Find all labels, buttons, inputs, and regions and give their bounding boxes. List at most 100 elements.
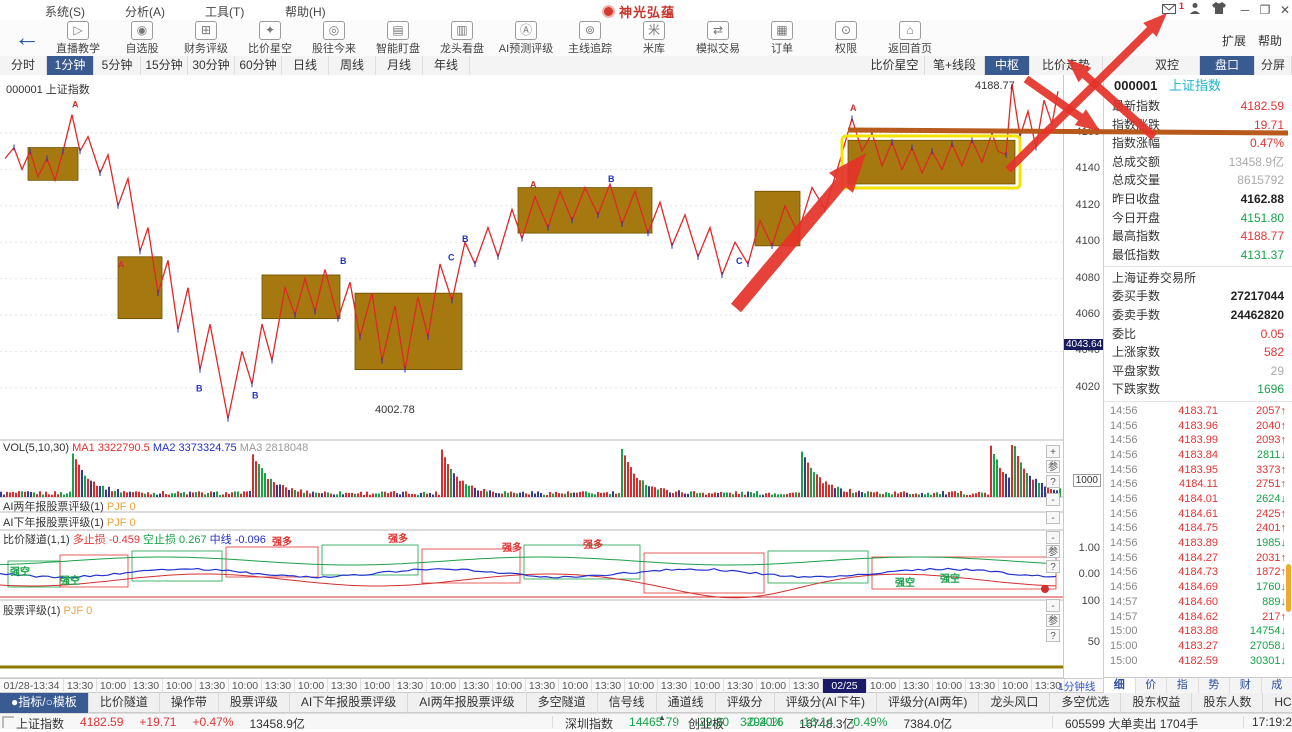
chart-canvas[interactable]: AABBBCBABCA4188.774002.78强多强多强多强多强空强空强空强… <box>0 75 1103 678</box>
tick-row[interactable]: 15:004183.8814754↓ <box>1104 624 1292 639</box>
mini-tab-6[interactable]: 成 <box>1262 678 1292 693</box>
pane-button-参[interactable]: 参 <box>1046 460 1060 473</box>
mini-tab-2[interactable]: 价 <box>1136 678 1168 693</box>
pane-button-?[interactable]: ? <box>1046 475 1060 488</box>
indicator-tab-3[interactable]: 操作带 <box>160 693 219 713</box>
indicator-tab-13[interactable]: 龙头风口 <box>979 693 1050 713</box>
tick-row[interactable]: 14:564183.842811↓ <box>1104 448 1292 463</box>
tick-row[interactable]: 14:564184.012624↓ <box>1104 492 1292 507</box>
tick-row[interactable]: 15:004183.2727058↓ <box>1104 639 1292 654</box>
back-button[interactable]: ← <box>14 24 40 50</box>
indicator-tab-17[interactable]: HCBOLL <box>1263 693 1292 713</box>
tick-row[interactable]: 14:574184.62217↑ <box>1104 610 1292 625</box>
period-tab-7[interactable]: 日线 <box>282 56 329 75</box>
indicator-tab-11[interactable]: 评级分(AI下年) <box>775 693 877 713</box>
pane-button-参[interactable]: 参 <box>1046 545 1060 558</box>
period-tab-3[interactable]: 5分钟 <box>94 56 141 75</box>
indicator-tab-7[interactable]: 多空隧道 <box>527 693 598 713</box>
mini-tab-4[interactable]: 势 <box>1199 678 1231 693</box>
mini-tab-1[interactable]: 细 <box>1104 678 1136 693</box>
close-icon[interactable]: ✕ <box>1276 2 1292 18</box>
tick-row[interactable]: 14:564183.992093↑ <box>1104 433 1292 448</box>
indicator-tab-4[interactable]: 股票评级 <box>219 693 290 713</box>
pane-button--[interactable]: - <box>1046 531 1060 544</box>
indicator-tab-9[interactable]: 通道线 <box>657 693 716 713</box>
period-tab-5[interactable]: 30分钟 <box>188 56 235 75</box>
pane-button-?[interactable]: ? <box>1046 629 1060 642</box>
mode-tab-2[interactable]: 笔+线段 <box>925 56 985 75</box>
pane-button-+[interactable]: + <box>1046 445 1060 458</box>
period-tab-1[interactable]: 分时 <box>0 56 47 75</box>
period-tab-6[interactable]: 60分钟 <box>235 56 282 75</box>
indicator-tab-8[interactable]: 信号线 <box>598 693 657 713</box>
toolbar-ai-predict-rating[interactable]: ⒶAI预测评级 <box>494 21 558 56</box>
period-tab-8[interactable]: 周线 <box>329 56 376 75</box>
menu-item-1[interactable]: 系统(S) <box>45 3 85 20</box>
pane-button--[interactable]: - <box>1046 511 1060 524</box>
mode-tab-right-1[interactable]: 双控 <box>1135 56 1200 75</box>
tick-row[interactable]: 14:574184.60889↓ <box>1104 595 1292 610</box>
indicator-tab-2[interactable]: 比价隧道 <box>89 693 160 713</box>
period-tab-4[interactable]: 15分钟 <box>141 56 188 75</box>
mode-tab-right-2[interactable]: 盘口 <box>1200 56 1255 75</box>
mail-icon[interactable]: 1 <box>1160 2 1178 18</box>
tick-row[interactable]: 14:564184.272031↑ <box>1104 551 1292 566</box>
mini-tab-5[interactable]: 财 <box>1230 678 1262 693</box>
indicator-tab-10[interactable]: 评级分 <box>716 693 775 713</box>
toolbar-sim-trading[interactable]: ⇄模拟交易 <box>686 21 750 56</box>
indicator-tab-1[interactable]: ●指标/○模板 <box>0 693 89 713</box>
toolbar-leader-board[interactable]: ▥龙头看盘 <box>430 21 494 56</box>
pane-button-?[interactable]: ? <box>1046 560 1060 573</box>
mode-tab-right-3[interactable]: 分屏 <box>1255 56 1292 75</box>
tick-row[interactable]: 14:564184.691760↓ <box>1104 580 1292 595</box>
indicator-tab-14[interactable]: 多空优选 <box>1050 693 1121 713</box>
toolbar-finance-rating[interactable]: ⊞财务评级 <box>174 21 238 56</box>
pane-button-参[interactable]: 参 <box>1046 614 1060 627</box>
toolbar-permission[interactable]: ⊙权限 <box>814 21 878 56</box>
mode-tab-4[interactable]: 比价走势 <box>1030 56 1103 75</box>
minimize-icon[interactable]: ─ <box>1236 2 1254 18</box>
toolbar-live-teaching[interactable]: ▷直播教学 <box>46 21 110 56</box>
pane-button--[interactable]: - <box>1046 493 1060 506</box>
tick-list[interactable]: 14:564183.712057↑14:564183.962040↑14:564… <box>1104 404 1292 670</box>
mode-tab-1[interactable]: 比价星空 <box>865 56 925 75</box>
tick-scrollbar[interactable] <box>1286 564 1291 612</box>
period-tab-2[interactable]: 1分钟 <box>47 56 94 75</box>
toolbar-link-2[interactable]: 帮助 <box>1258 34 1282 48</box>
toolbar-order[interactable]: ▦订单 <box>750 21 814 56</box>
tick-row[interactable]: 14:564184.112751↑ <box>1104 477 1292 492</box>
toolbar-miku[interactable]: 米米库 <box>622 21 686 56</box>
toolbar-price-compare-sky[interactable]: ✦比价星空 <box>238 21 302 56</box>
tick-row[interactable]: 14:564184.731872↑ <box>1104 565 1292 580</box>
tick-row[interactable]: 14:564183.891985↓ <box>1104 536 1292 551</box>
toolbar-stock-history[interactable]: ◎股往今来 <box>302 21 366 56</box>
tick-row[interactable]: 14:564183.962040↑ <box>1104 419 1292 434</box>
indicator-tab-6[interactable]: AI两年报股票评级 <box>408 693 526 713</box>
menu-item-2[interactable]: 分析(A) <box>125 3 165 20</box>
tick-row[interactable]: 14:564183.712057↑ <box>1104 404 1292 419</box>
indicator-tab-12[interactable]: 评级分(AI两年) <box>877 693 979 713</box>
toolbar-watchlist[interactable]: ◉自选股 <box>110 21 174 56</box>
restore-icon[interactable]: ❐ <box>1256 2 1274 18</box>
shirt-icon[interactable] <box>1210 2 1228 18</box>
indicator-tab-16[interactable]: 股东人数 <box>1192 693 1263 713</box>
period-tab-10[interactable]: 年线 <box>423 56 470 75</box>
tick-row[interactable]: 14:564183.953373↑ <box>1104 463 1292 478</box>
main-chart-area[interactable]: AABBBCBABCA4188.774002.78强多强多强多强多强空强空强空强… <box>0 75 1103 678</box>
tick-row[interactable]: 15:004182.5930301↓ <box>1104 654 1292 669</box>
toolbar-mainline-track[interactable]: ⊚主线追踪 <box>558 21 622 56</box>
toolbar-link-1[interactable]: 扩展 <box>1222 34 1246 48</box>
mini-tab-3[interactable]: 指 <box>1167 678 1199 693</box>
menu-item-3[interactable]: 工具(T) <box>205 3 244 20</box>
menu-item-4[interactable]: 帮助(H) <box>285 3 326 20</box>
user-icon[interactable] <box>1186 2 1204 18</box>
toolbar-smart-monitor[interactable]: ▤智能盯盘 <box>366 21 430 56</box>
mode-tab-3[interactable]: 中枢 <box>985 56 1030 75</box>
indicator-tab-15[interactable]: 股东权益 <box>1121 693 1192 713</box>
pane-button--[interactable]: - <box>1046 599 1060 612</box>
period-tab-9[interactable]: 月线 <box>376 56 423 75</box>
tick-row[interactable]: 14:564184.752401↑ <box>1104 521 1292 536</box>
toolbar-home[interactable]: ⌂返回首页 <box>878 21 942 56</box>
tick-row[interactable]: 14:564184.612425↑ <box>1104 507 1292 522</box>
indicator-tab-5[interactable]: AI下年报股票评级 <box>290 693 408 713</box>
